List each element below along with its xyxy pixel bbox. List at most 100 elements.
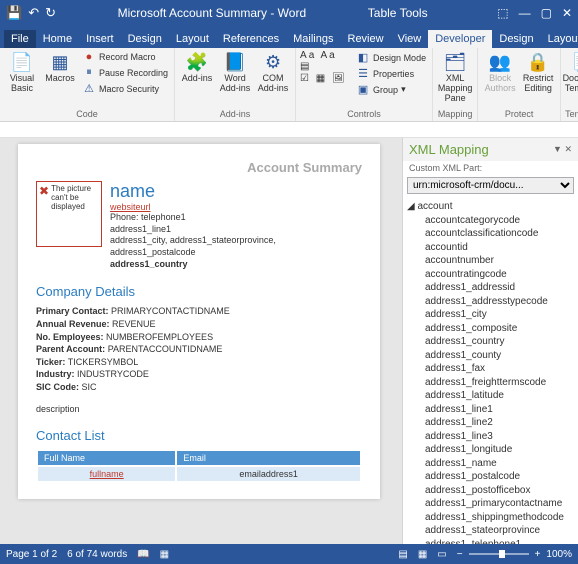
tab-layout[interactable]: Layout [169,30,216,48]
zoom-out-button[interactable]: − [457,549,463,560]
pane-title: XML Mapping [409,142,489,157]
tree-node[interactable]: address1_city [407,308,574,322]
tree-node[interactable]: address1_stateorprovince [407,524,574,538]
minimize-icon[interactable]: — [519,6,531,20]
window-title: Microsoft Account Summary - Word [118,6,307,20]
zoom-level[interactable]: 100% [546,549,572,560]
tab-home[interactable]: Home [36,30,79,48]
tree-node[interactable]: address1_name [407,457,574,471]
tree-root[interactable]: ◢ account [407,200,574,214]
view-print-icon[interactable]: ▦ [418,549,427,560]
tree-node[interactable]: address1_latitude [407,389,574,403]
tree-node[interactable]: address1_postofficebox [407,484,574,498]
company-details: Primary Contact: PRIMARYCONTACTIDNAME An… [36,305,362,393]
website-field[interactable]: websiteurl [110,202,276,212]
pane-dropdown-icon[interactable]: ▼ ✕ [553,144,572,155]
restrict-editing-button[interactable]: 🔒Restrict Editing [520,50,556,96]
word-addins-button[interactable]: 📘Word Add-ins [217,50,253,96]
visual-basic-button[interactable]: 📄Visual Basic [4,50,40,96]
com-addins-button[interactable]: ⚙COM Add-ins [255,50,291,96]
titlebar: 💾 ↶ ↻ Microsoft Account Summary - Word T… [0,0,578,26]
design-mode-button[interactable]: ◧Design Mode [354,50,428,65]
group-button[interactable]: ▣Group ▾ [354,82,428,97]
zoom-slider[interactable] [469,553,529,555]
document-area[interactable]: Account Summary ✖The picture can't be di… [0,138,402,544]
view-read-icon[interactable]: ▤ [398,549,407,560]
save-icon[interactable]: 💾 [6,5,22,21]
doc-heading: Account Summary [36,160,362,175]
controls-gallery2[interactable]: ☑ ▦ 🖼 [300,73,352,84]
xml-mapping-pane: XML Mapping ▼ ✕ Custom XML Part: urn:mic… [402,138,578,544]
tab-developer[interactable]: Developer [428,30,492,48]
tree-node[interactable]: accountid [407,241,574,255]
addins-button[interactable]: 🧩Add-ins [179,50,215,86]
tree-node[interactable]: address1_shippingmethodcode [407,511,574,525]
tree-node[interactable]: accountnumber [407,254,574,268]
controls-gallery[interactable]: Aa Aa ▤ [300,50,352,72]
xml-tree[interactable]: ◢ account accountcategorycodeaccountclas… [403,198,578,544]
properties-button[interactable]: ☰Properties [354,66,428,81]
table-row: fullnameemailaddress1 [38,467,360,481]
group-mapping: 🗂XML Mapping Pane Mapping [433,48,478,121]
tree-node[interactable]: address1_longitude [407,443,574,457]
address-block: Phone: telephone1 address1_line1 address… [110,212,276,270]
tree-node[interactable]: address1_line1 [407,403,574,417]
macro-security-button[interactable]: ⚠Macro Security [80,81,170,96]
undo-icon[interactable]: ↶ [28,5,39,21]
tree-node[interactable]: address1_fax [407,362,574,376]
close-icon[interactable]: ✕ [562,6,572,20]
account-name-field[interactable]: name [110,181,276,202]
group-code: 📄Visual Basic ▦Macros ●Record Macro ⏸Pau… [0,48,175,121]
ribbon-tabs: File Home Insert Design Layout Reference… [0,26,578,48]
tab-insert[interactable]: Insert [79,30,121,48]
tree-node[interactable]: accountcategorycode [407,214,574,228]
tree-node[interactable]: address1_line3 [407,430,574,444]
ribbon-options-icon[interactable]: ⬚ [497,6,508,20]
tree-node[interactable]: address1_line2 [407,416,574,430]
tree-node[interactable]: address1_freighttermscode [407,376,574,390]
redo-icon[interactable]: ↻ [45,5,56,21]
broken-image-icon: ✖ [39,184,49,198]
tree-node[interactable]: address1_postalcode [407,470,574,484]
tree-node[interactable]: address1_addressid [407,281,574,295]
ribbon: 📄Visual Basic ▦Macros ●Record Macro ⏸Pau… [0,48,578,122]
block-authors-button[interactable]: 👥Block Authors [482,50,518,96]
image-placeholder[interactable]: ✖The picture can't be displayed [36,181,102,247]
pause-recording-button[interactable]: ⏸Pause Recording [80,65,170,80]
document-template-button[interactable]: 📑Document Template [565,50,578,96]
spellcheck-icon[interactable]: 📖 [137,549,149,560]
tree-node[interactable]: address1_county [407,349,574,363]
tab-table-layout[interactable]: Layout [541,30,578,48]
tab-design[interactable]: Design [121,30,169,48]
maximize-icon[interactable]: ▢ [541,6,552,20]
tab-table-design[interactable]: Design [492,30,540,48]
tab-view[interactable]: View [391,30,429,48]
contact-table[interactable]: Full NameEmail fullnameemailaddress1 [36,449,362,483]
group-protect: 👥Block Authors 🔒Restrict Editing Protect [478,48,561,121]
tab-review[interactable]: Review [341,30,391,48]
col-fullname: Full Name [38,451,175,465]
word-count[interactable]: 6 of 74 words [67,549,127,560]
tab-mailings[interactable]: Mailings [286,30,340,48]
page: Account Summary ✖The picture can't be di… [18,144,380,499]
tab-file[interactable]: File [4,30,36,48]
tree-node[interactable]: accountclassificationcode [407,227,574,241]
tree-node[interactable]: accountratingcode [407,268,574,282]
tree-node[interactable]: address1_primarycontactname [407,497,574,511]
tree-node[interactable]: address1_addresstypecode [407,295,574,309]
custom-xml-part-label: Custom XML Part: [403,161,578,175]
tree-node[interactable]: address1_composite [407,322,574,336]
tree-node[interactable]: address1_telephone1 [407,538,574,545]
custom-xml-part-select[interactable]: urn:microsoft-crm/docu... [407,177,574,194]
xml-mapping-pane-button[interactable]: 🗂XML Mapping Pane [437,50,473,106]
group-controls: Aa Aa ▤ ☑ ▦ 🖼 ◧Design Mode ☰Properties ▣… [296,48,433,121]
record-macro-button[interactable]: ●Record Macro [80,50,170,64]
zoom-in-button[interactable]: + [535,549,541,560]
macros-button[interactable]: ▦Macros [42,50,78,86]
tree-node[interactable]: address1_country [407,335,574,349]
tab-references[interactable]: References [216,30,286,48]
macro-icon[interactable]: ▦ [160,549,169,560]
page-indicator[interactable]: Page 1 of 2 [6,549,57,560]
view-web-icon[interactable]: ▭ [437,549,446,560]
col-email: Email [177,451,360,465]
